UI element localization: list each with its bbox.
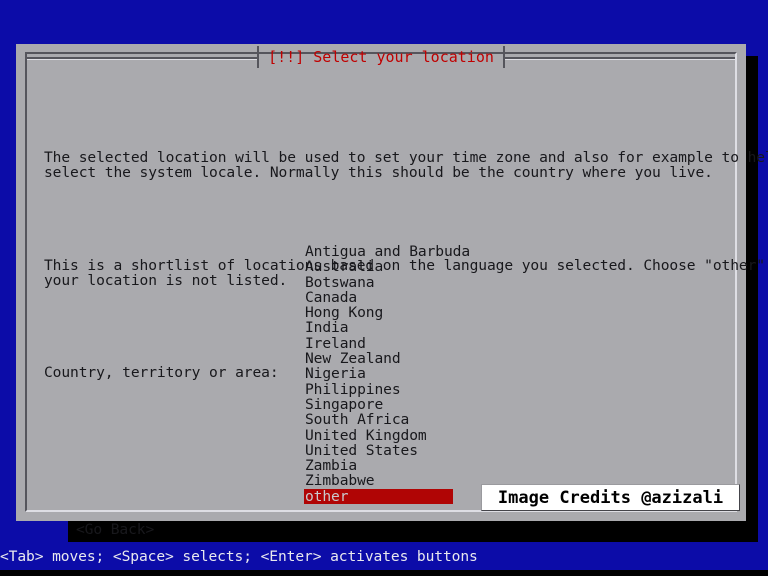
list-item[interactable]: Ireland [304, 336, 664, 351]
screen-bottom-edge [0, 570, 768, 576]
installer-screen: [!!] Select your location The selected l… [0, 0, 768, 576]
list-item[interactable]: Antigua and Barbuda [304, 244, 664, 259]
title-rule-left [27, 57, 257, 60]
list-item[interactable]: United States [304, 443, 664, 458]
list-item[interactable]: Hong Kong [304, 305, 664, 320]
paragraph-spacer-1 [44, 211, 716, 226]
list-item[interactable]: Zambia [304, 458, 664, 473]
list-item[interactable]: Philippines [304, 382, 664, 397]
go-back-button[interactable]: <Go Back> [76, 521, 154, 538]
list-item[interactable]: Nigeria [304, 366, 664, 381]
page-title: [!!] Select your location [259, 47, 503, 67]
list-item[interactable]: India [304, 320, 664, 335]
list-item[interactable]: United Kingdom [304, 428, 664, 443]
status-bar-help-text: <Tab> moves; <Space> selects; <Enter> ac… [0, 548, 478, 565]
select-location-dialog: [!!] Select your location The selected l… [16, 44, 746, 521]
description-paragraph-1: The selected location will be used to se… [44, 150, 716, 181]
list-item[interactable]: South Africa [304, 412, 664, 427]
list-item[interactable]: New Zealand [304, 351, 664, 366]
watermark-text: Image Credits @azizali [498, 488, 723, 508]
watermark-badge: Image Credits @azizali [481, 484, 740, 511]
country-list[interactable]: Antigua and Barbuda Australia Botswana C… [304, 244, 664, 504]
list-item[interactable]: Canada [304, 290, 664, 305]
title-rule-right [505, 57, 735, 60]
list-item[interactable]: Australia [304, 259, 664, 274]
list-item[interactable]: Singapore [304, 397, 664, 412]
list-item[interactable]: Botswana [304, 275, 664, 290]
list-item-selected[interactable]: other [304, 489, 453, 504]
dialog-title-bar: [!!] Select your location [27, 46, 735, 68]
